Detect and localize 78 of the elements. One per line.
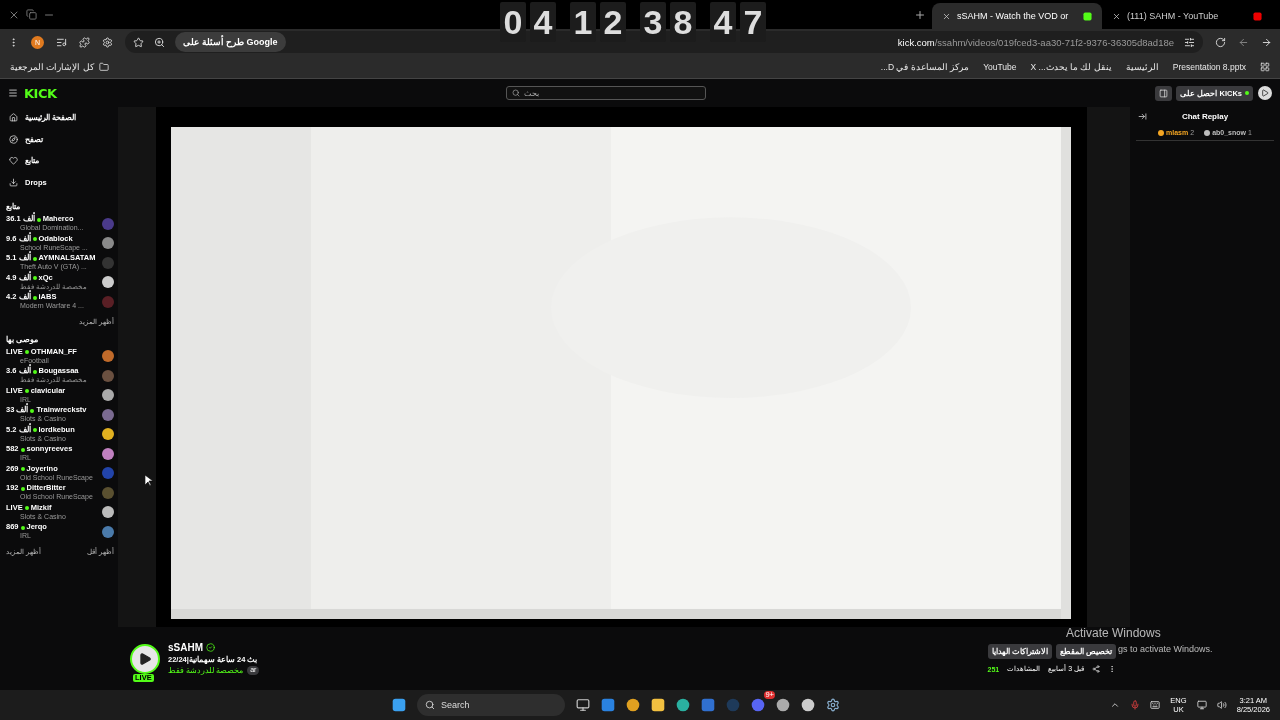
- nav-icon: [9, 156, 18, 166]
- clock-digit: 0: [500, 2, 526, 42]
- play-icon: [138, 651, 152, 666]
- restore-window-icon[interactable]: [26, 9, 37, 20]
- channel-avatar: [102, 428, 114, 441]
- channel-avatar: [102, 295, 114, 308]
- task-view-icon[interactable]: [576, 698, 590, 712]
- clock-digit: 3: [640, 2, 666, 42]
- settings-icon[interactable]: [826, 698, 840, 712]
- site-logo[interactable]: KICK: [24, 85, 57, 101]
- verified-icon: [206, 643, 215, 652]
- bookmark-item[interactable]: مركز المساعدة في D...: [880, 61, 970, 72]
- reload-icon[interactable]: [1215, 36, 1226, 48]
- menu-icon[interactable]: [8, 88, 18, 98]
- channel-avatar: [102, 256, 114, 269]
- clock-digit: 7: [740, 2, 766, 42]
- share-icon[interactable]: [1092, 665, 1100, 673]
- channel-avatar: [102, 447, 114, 460]
- zoom-icon[interactable]: [154, 36, 165, 48]
- channel-avatar: [102, 276, 114, 289]
- bookmark-item[interactable]: Presentation 8.pptx: [1172, 61, 1246, 72]
- close-icon[interactable]: [942, 11, 951, 21]
- nav-icon: [9, 134, 18, 144]
- taskbar-search[interactable]: Search: [417, 694, 565, 716]
- google-lens-chip[interactable]: طرح أسئلة على Google: [175, 32, 286, 52]
- bookmark-item[interactable]: ينقل لك ما يحدث... X: [1030, 61, 1112, 72]
- keyboard-icon[interactable]: [1150, 700, 1161, 710]
- play-icon[interactable]: [1261, 89, 1269, 97]
- browser-tab[interactable]: (111) SAHM - YouTube: [1102, 3, 1272, 29]
- forward-icon[interactable]: [1238, 36, 1249, 48]
- nav-icon: [9, 177, 18, 187]
- channel-avatar: [102, 467, 114, 480]
- collapse-icon[interactable]: [1138, 111, 1147, 121]
- channel-avatar: [102, 486, 114, 499]
- bookmark-item[interactable]: كل الإشارات المرجعية: [10, 61, 109, 72]
- activation-text: gs to activate Windows.: [1118, 644, 1213, 654]
- channel-avatar: [102, 506, 114, 519]
- clock-digit: 1: [570, 2, 596, 42]
- channel-avatar: [102, 369, 114, 382]
- search-field[interactable]: بحث: [505, 86, 706, 100]
- chat-toggle-button[interactable]: [1155, 85, 1173, 101]
- playlist-icon[interactable]: [56, 36, 67, 48]
- clock-digit: 4: [710, 2, 736, 42]
- chevron-up-icon[interactable]: [1110, 700, 1121, 710]
- channel-avatar: [102, 408, 114, 421]
- cursor-icon: [145, 475, 153, 487]
- clock-digit: 4: [530, 2, 556, 42]
- search-icon: [425, 700, 435, 710]
- url-text[interactable]: kick.com/ssahm/videos/019fced3-aa30-71f2-9376-36305d8ad18e: [897, 36, 1174, 48]
- microphone-icon[interactable]: [1130, 700, 1141, 710]
- gear-icon[interactable]: [102, 36, 113, 48]
- star-icon[interactable]: [133, 36, 144, 48]
- channel-avatar[interactable]: [130, 643, 160, 674]
- site-settings-icon[interactable]: [1184, 36, 1195, 48]
- search-icon: [511, 89, 520, 97]
- browser-tab[interactable]: sSAHM - Watch the VOD or: [932, 3, 1102, 29]
- activation-title: Activate Windows: [1066, 626, 1162, 640]
- channel-avatar: [102, 525, 114, 538]
- channel-avatar: [102, 389, 114, 402]
- clock-digit: 2: [600, 2, 626, 42]
- channel-name[interactable]: sSAHM: [168, 642, 203, 653]
- close-icon[interactable]: [1112, 11, 1121, 21]
- clock-digit: 8: [670, 2, 696, 42]
- new-tab-icon[interactable]: [914, 8, 926, 21]
- back-icon[interactable]: [1261, 36, 1272, 48]
- nav-icon: [9, 113, 18, 123]
- extension-icon[interactable]: [79, 36, 90, 48]
- channel-avatar: [102, 217, 114, 230]
- channel-avatar: [102, 237, 114, 250]
- network-icon[interactable]: [1196, 700, 1207, 710]
- volume-icon[interactable]: [1216, 700, 1227, 710]
- panel-icon: [1159, 88, 1169, 98]
- chat-title: Chat Replay: [1181, 111, 1229, 121]
- apps-grid-icon[interactable]: [1260, 61, 1270, 72]
- bookmark-item[interactable]: الرئيسية: [1125, 61, 1159, 72]
- channel-avatar: [102, 350, 114, 363]
- more-icon[interactable]: [1108, 665, 1116, 673]
- bookmark-item[interactable]: YouTube: [983, 61, 1017, 72]
